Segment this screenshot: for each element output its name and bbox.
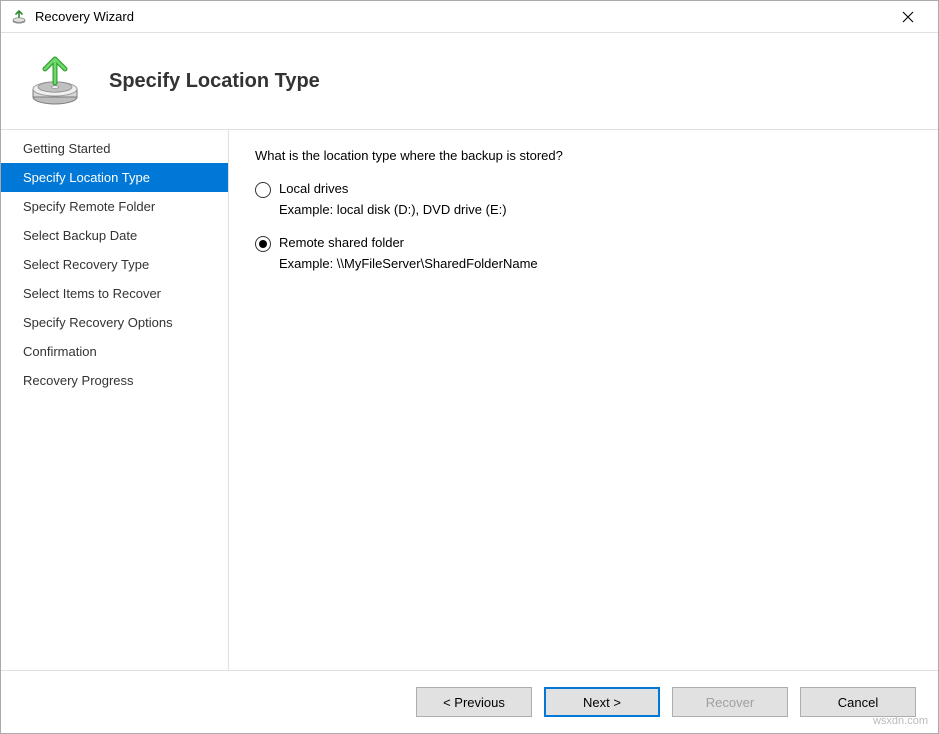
close-icon [902, 11, 914, 23]
wizard-header: Specify Location Type [1, 33, 938, 129]
previous-button[interactable]: < Previous [416, 687, 532, 717]
sidebar-item-specify-remote-folder[interactable]: Specify Remote Folder [1, 192, 228, 221]
radio-label[interactable]: Remote shared folder [279, 235, 538, 250]
close-button[interactable] [888, 3, 928, 31]
cancel-button[interactable]: Cancel [800, 687, 916, 717]
radio-example: Example: \\MyFileServer\SharedFolderName [279, 256, 538, 271]
radio-example: Example: local disk (D:), DVD drive (E:) [279, 202, 507, 217]
radio-option-local-drives[interactable]: Local drives Example: local disk (D:), D… [255, 181, 912, 217]
wizard-steps-sidebar: Getting Started Specify Location Type Sp… [1, 130, 229, 670]
prompt-text: What is the location type where the back… [255, 148, 912, 163]
recover-button: Recover [672, 687, 788, 717]
radio-icon[interactable] [255, 182, 271, 198]
wizard-footer: < Previous Next > Recover Cancel [1, 670, 938, 733]
location-type-radio-group: Local drives Example: local disk (D:), D… [255, 181, 912, 271]
radio-option-remote-shared-folder[interactable]: Remote shared folder Example: \\MyFileSe… [255, 235, 912, 271]
sidebar-item-recovery-progress[interactable]: Recovery Progress [1, 366, 228, 395]
recovery-icon [27, 53, 83, 109]
sidebar-item-specify-recovery-options[interactable]: Specify Recovery Options [1, 308, 228, 337]
titlebar: Recovery Wizard [1, 1, 938, 33]
sidebar-item-confirmation[interactable]: Confirmation [1, 337, 228, 366]
radio-text: Remote shared folder Example: \\MyFileSe… [279, 235, 538, 271]
page-title: Specify Location Type [109, 70, 320, 93]
recovery-wizard-window: Recovery Wizard Specify Location Type Ge… [0, 0, 939, 734]
watermark: wsxdn.com [873, 715, 928, 727]
sidebar-item-select-backup-date[interactable]: Select Backup Date [1, 221, 228, 250]
sidebar-item-specify-location-type[interactable]: Specify Location Type [1, 163, 228, 192]
next-button[interactable]: Next > [544, 687, 660, 717]
wizard-content: What is the location type where the back… [229, 130, 938, 670]
radio-text: Local drives Example: local disk (D:), D… [279, 181, 507, 217]
wizard-body: Getting Started Specify Location Type Sp… [1, 129, 938, 670]
sidebar-item-select-items-to-recover[interactable]: Select Items to Recover [1, 279, 228, 308]
radio-icon[interactable] [255, 236, 271, 252]
radio-label[interactable]: Local drives [279, 181, 507, 196]
sidebar-item-getting-started[interactable]: Getting Started [1, 134, 228, 163]
sidebar-item-select-recovery-type[interactable]: Select Recovery Type [1, 250, 228, 279]
app-icon [11, 9, 27, 25]
window-title: Recovery Wizard [35, 9, 888, 24]
